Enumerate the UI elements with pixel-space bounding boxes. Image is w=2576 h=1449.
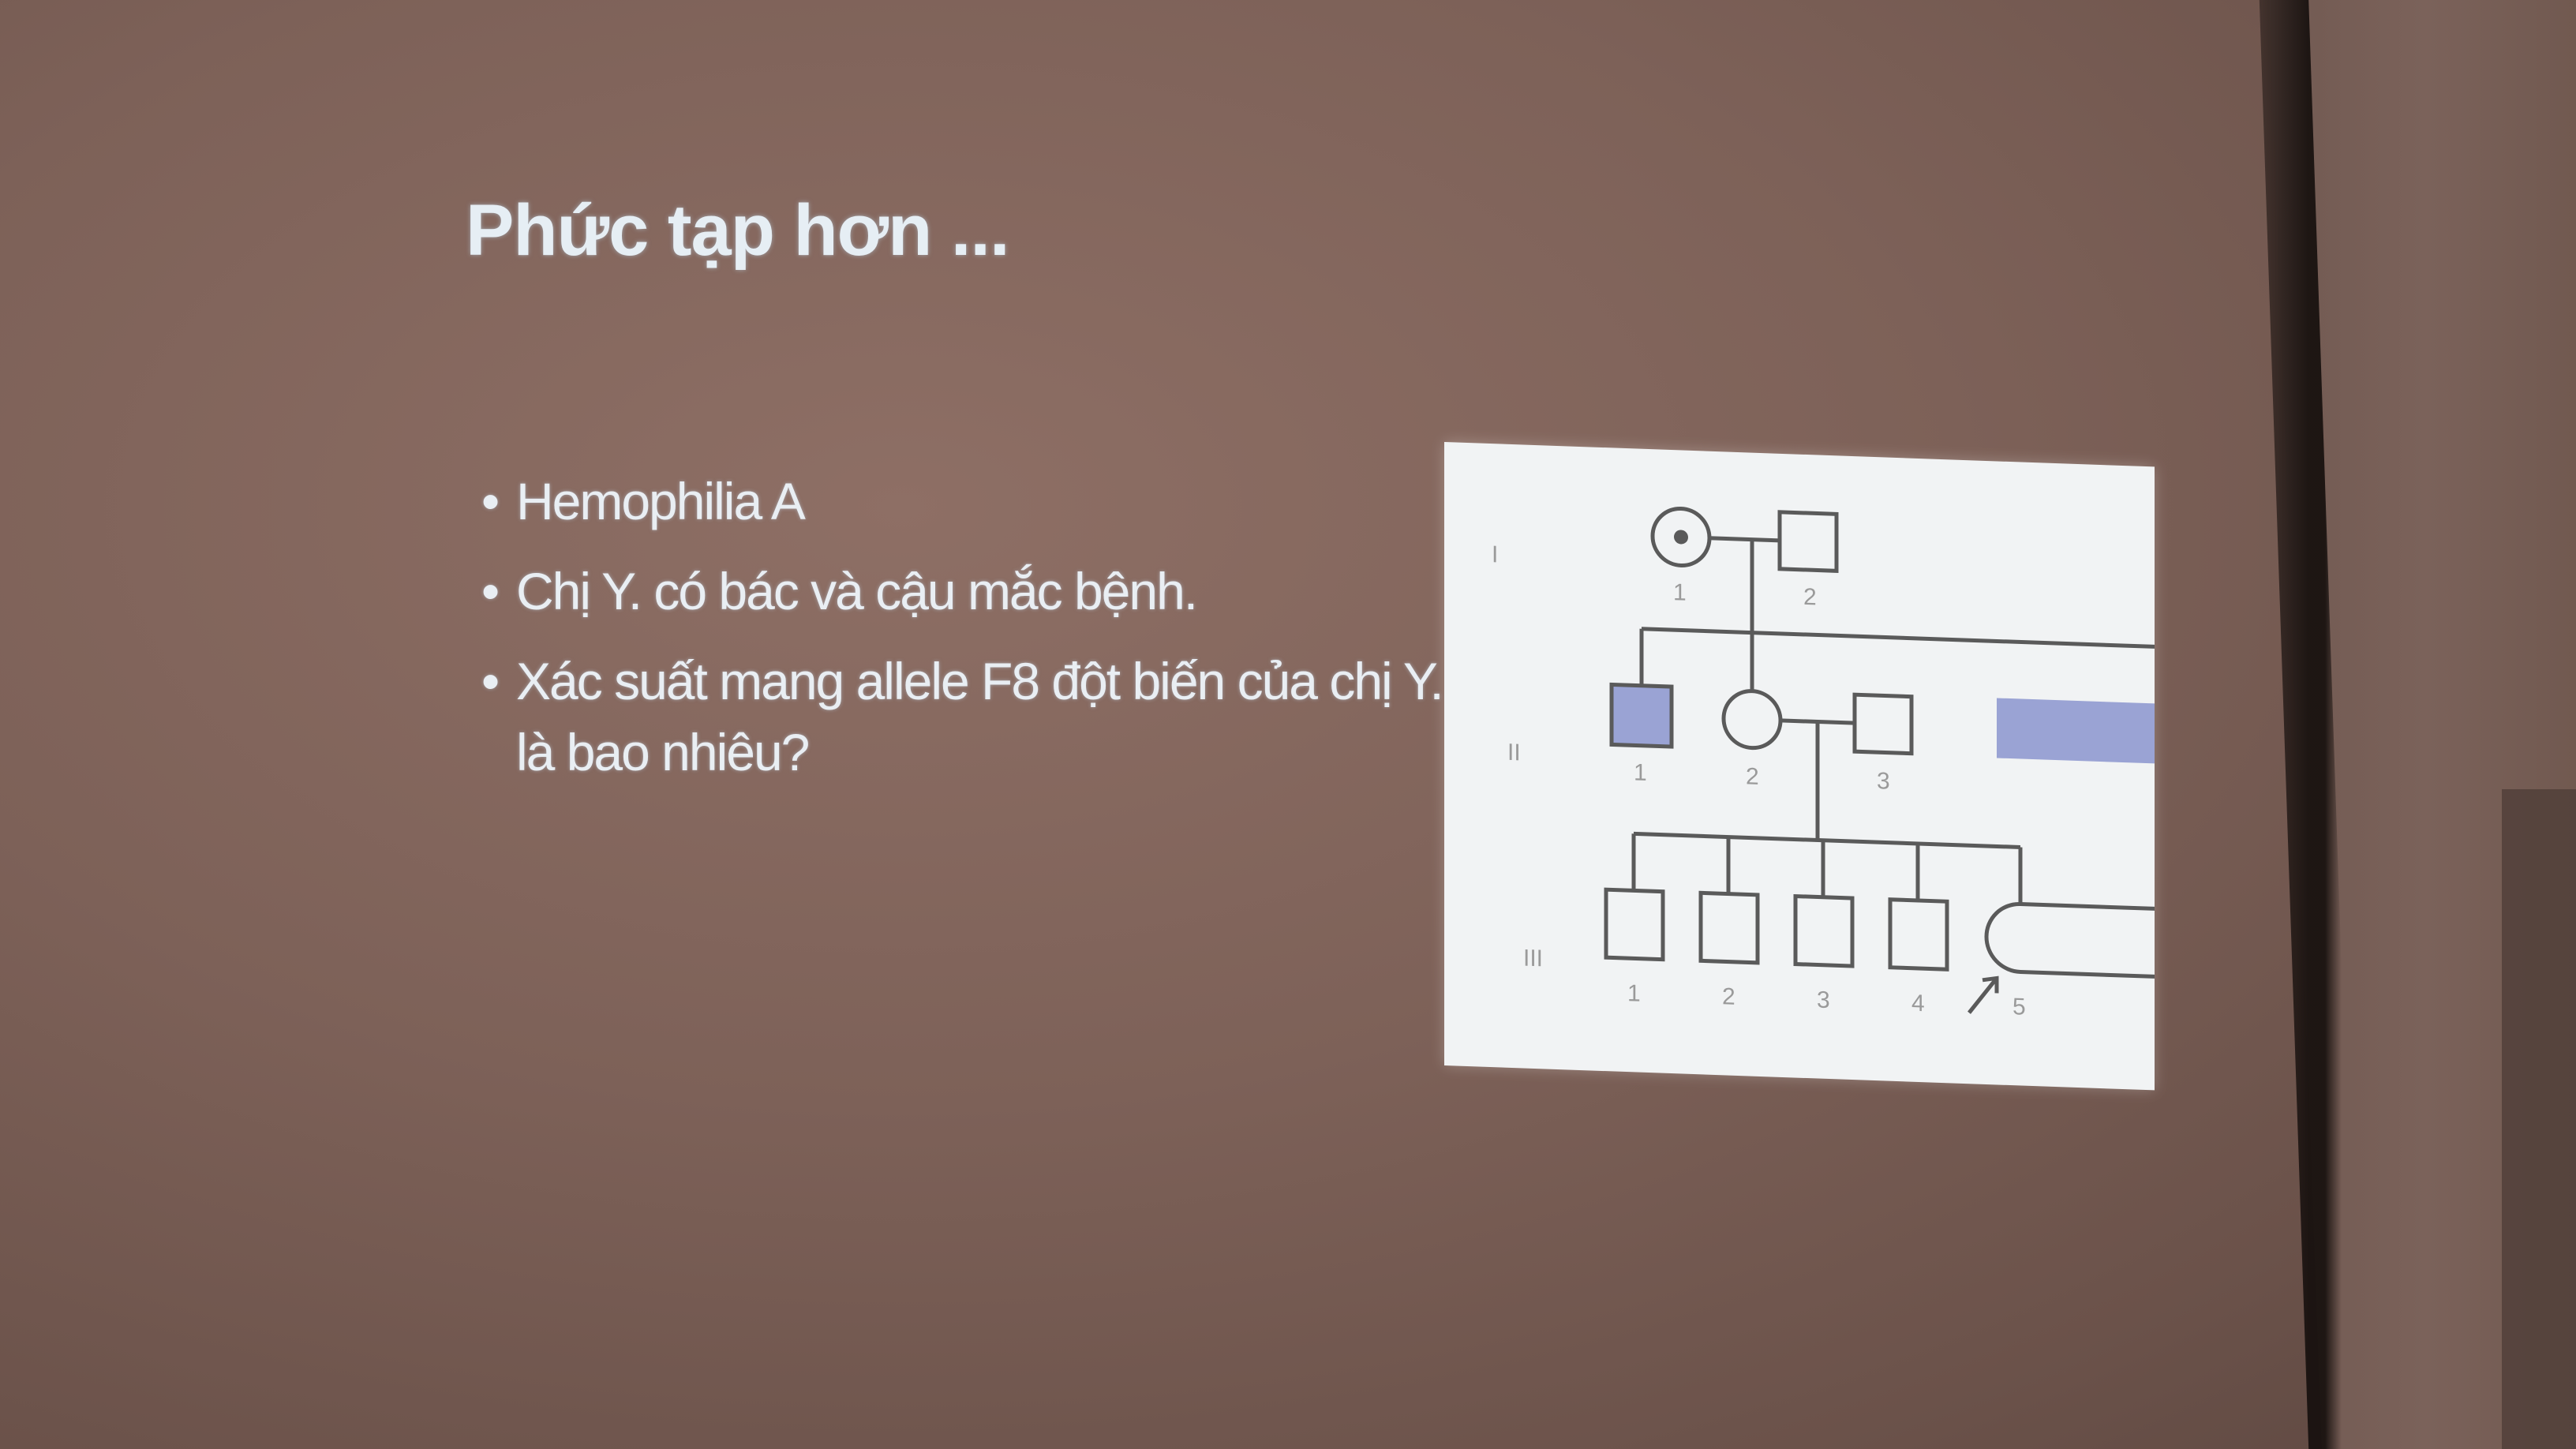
gen3-male-4	[1888, 897, 1949, 972]
bullet-dot-icon: •	[481, 472, 500, 530]
gen1-number: 1	[1673, 579, 1687, 606]
bullet-text: Chị Y. có bác và cậu mắc bệnh.	[516, 562, 1198, 620]
gen3-male-1	[1604, 887, 1665, 962]
pedigree-chart: I II III 1 2 1 2 3 1 2 3 4 5	[1444, 442, 2155, 1091]
gen3-male-3	[1793, 893, 1855, 968]
bullet-list: • Hemophilia A • Chị Y. có bác và cậu mắ…	[481, 466, 1452, 807]
gen1-marriage-line	[1709, 536, 1780, 543]
gen2-number: 2	[1746, 763, 1759, 790]
gen3-number: 3	[1817, 987, 1830, 1013]
gen3-sibship-line	[1634, 831, 2020, 849]
bullet-text: Hemophilia A	[516, 472, 806, 530]
gen3-male-2	[1698, 890, 1760, 965]
pedigree-svg: I II III 1 2 1 2 3 1 2 3 4 5	[1492, 506, 2155, 1020]
background-object	[2502, 789, 2576, 1449]
bullet-dot-icon: •	[481, 652, 500, 710]
photo-scene: Phức tạp hơn ... • Hemophilia A • Chị Y.…	[0, 0, 2576, 1449]
gen2-female	[1721, 689, 1783, 751]
carrier-dot-icon	[1674, 530, 1688, 545]
gen2-sibship-line	[1642, 627, 2155, 649]
gen1-number: 2	[1803, 584, 1817, 611]
bullet-item: • Xác suất mang allele F8 đột biến của c…	[481, 646, 1452, 788]
gen2-male	[1852, 692, 1914, 756]
gen3-number: 5	[2012, 994, 2026, 1020]
bullet-item: • Hemophilia A	[481, 466, 1452, 537]
bullet-dot-icon: •	[481, 562, 500, 620]
bullet-text: Xác suất mang allele F8 đột biến của chị…	[516, 652, 1444, 781]
bullet-item: • Chị Y. có bác và cậu mắc bệnh.	[481, 556, 1452, 627]
gen1-male	[1777, 510, 1839, 573]
gen2-number: 3	[1877, 768, 1890, 795]
gen3-female-proband	[1984, 901, 2155, 979]
gen3-number: 2	[1722, 983, 1735, 1010]
gen2-number: 1	[1634, 759, 1647, 786]
gen3-number: 4	[1911, 990, 1925, 1017]
gen2-affected-male-cropped	[1997, 698, 2155, 764]
generation-label-2: II	[1507, 739, 1521, 766]
generation-label-3: III	[1523, 945, 1543, 972]
gen3-number: 1	[1627, 980, 1641, 1007]
proband-arrow-icon	[1968, 976, 1998, 1014]
slide-title: Phức tạp hơn ...	[466, 190, 1010, 271]
generation-label-1: I	[1492, 541, 1498, 567]
gen2-affected-male	[1609, 682, 1674, 749]
